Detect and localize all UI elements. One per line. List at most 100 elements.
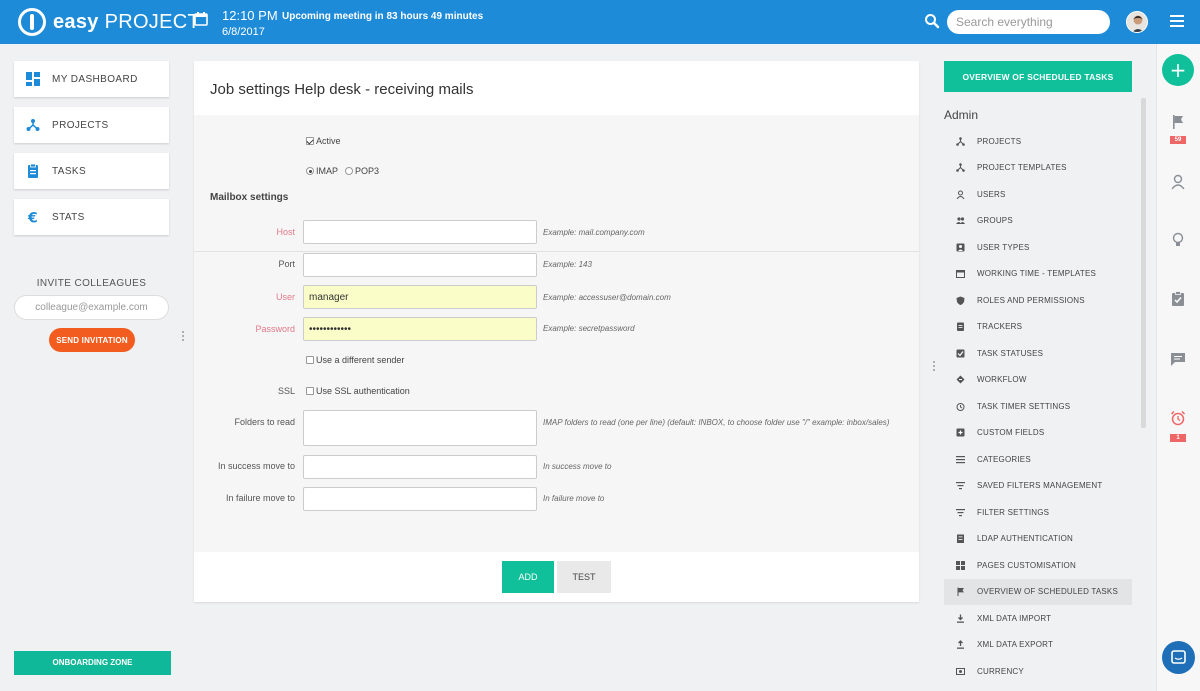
success-label: In success move to: [217, 461, 295, 471]
host-input[interactable]: [303, 220, 537, 244]
overview-scheduled-tasks-button[interactable]: OVERVIEW OF SCHEDULED TASKS: [944, 61, 1132, 92]
nav-my-dashboard[interactable]: MY DASHBOARD: [14, 61, 169, 97]
right-panel-resize-handle[interactable]: [933, 361, 936, 371]
invite-email-input[interactable]: [14, 295, 169, 320]
timer-icon: [956, 402, 965, 411]
flag-icon[interactable]: [1170, 114, 1186, 130]
admin-scrollbar[interactable]: [1141, 98, 1146, 428]
host-label: Host: [276, 227, 295, 237]
mailbox-settings-heading: Mailbox settings: [210, 192, 289, 203]
admin-item-xml-data-import[interactable]: XML DATA IMPORT: [944, 605, 1132, 632]
user-input[interactable]: [303, 285, 537, 309]
admin-item-label: CURRENCY: [977, 666, 1024, 676]
alarm-badge: 1: [1170, 434, 1186, 442]
task-status-icon: [956, 349, 965, 358]
failure-input[interactable]: [303, 487, 537, 511]
admin-item-label: ROLES AND PERMISSIONS: [977, 295, 1085, 305]
logo[interactable]: easy PROJECT: [18, 8, 200, 36]
admin-item-label: TASK STATUSES: [977, 348, 1044, 358]
logo-mark-icon: [18, 8, 46, 36]
port-input[interactable]: [303, 253, 537, 277]
admin-item-user-types[interactable]: USER TYPES: [944, 234, 1132, 261]
success-hint: In success move to: [543, 462, 612, 471]
admin-item-label: FILTER SETTINGS: [977, 507, 1050, 517]
menu-icon[interactable]: [1170, 15, 1184, 27]
euro-icon: €: [27, 211, 38, 225]
ldap-icon: [957, 534, 964, 544]
pop3-radio[interactable]: [345, 167, 353, 175]
projects-icon: [956, 136, 965, 146]
admin-item-pages-customisation[interactable]: PAGES CUSTOMISATION: [944, 552, 1132, 579]
admin-item-currency[interactable]: CURRENCY: [944, 658, 1132, 685]
folders-textarea[interactable]: [303, 410, 537, 446]
filter-icon: [956, 482, 965, 490]
chat-icon[interactable]: [1170, 351, 1186, 367]
admin-item-label: XML DATA EXPORT: [977, 640, 1054, 650]
nav-tasks[interactable]: TASKS: [14, 153, 169, 189]
shield-icon: [956, 296, 965, 305]
imap-radio[interactable]: [306, 167, 314, 175]
user-icon[interactable]: [1170, 174, 1186, 190]
admin-item-ldap-authentication[interactable]: LDAP AUTHENTICATION: [944, 526, 1132, 553]
admin-item-saved-filters-management[interactable]: SAVED FILTERS MANAGEMENT: [944, 473, 1132, 500]
admin-menu: PROJECTS PROJECT TEMPLATES USERS GROUPS USER…: [944, 128, 1132, 685]
add-button[interactable]: ADD: [502, 561, 554, 593]
admin-item-custom-fields[interactable]: CUSTOM FIELDS: [944, 420, 1132, 447]
admin-item-task-statuses[interactable]: TASK STATUSES: [944, 340, 1132, 367]
admin-item-users[interactable]: USERS: [944, 181, 1132, 208]
add-new-button[interactable]: +: [1162, 54, 1194, 86]
pop3-label: POP3: [355, 166, 380, 176]
admin-item-label: LDAP AUTHENTICATION: [977, 534, 1073, 544]
test-button[interactable]: TEST: [557, 561, 611, 593]
logo-text-bold: easy: [53, 10, 99, 33]
nav-stats[interactable]: € STATS: [14, 199, 169, 235]
ssl-checkbox[interactable]: [306, 387, 314, 395]
different-sender-checkbox[interactable]: [306, 356, 314, 364]
admin-item-trackers[interactable]: TRACKERS: [944, 314, 1132, 341]
admin-item-categories[interactable]: CATEGORIES: [944, 446, 1132, 473]
custom-fields-icon: [956, 428, 965, 437]
current-date: 6/8/2017: [222, 26, 265, 38]
left-panel-resize-handle[interactable]: [182, 331, 185, 341]
trackers-icon: [957, 322, 964, 332]
flag-icon: [957, 587, 964, 597]
admin-item-overview-of-scheduled-tasks[interactable]: OVERVIEW OF SCHEDULED TASKS: [944, 578, 1132, 605]
admin-item-project-templates[interactable]: PROJECT TEMPLATES: [944, 155, 1132, 182]
admin-item-task-timer-settings[interactable]: TASK TIMER SETTINGS: [944, 393, 1132, 420]
ssl-label: SSL: [277, 386, 295, 396]
admin-item-xml-data-export[interactable]: XML DATA EXPORT: [944, 632, 1132, 659]
nav-projects[interactable]: PROJECTS: [14, 107, 169, 143]
admin-item-label: OVERVIEW OF SCHEDULED TASKS: [977, 587, 1118, 597]
password-hint: Example: secretpassword: [543, 324, 635, 333]
admin-item-workflow[interactable]: WORKFLOW: [944, 367, 1132, 394]
avatar[interactable]: [1126, 11, 1148, 33]
admin-item-label: TASK TIMER SETTINGS: [977, 401, 1071, 411]
password-input[interactable]: [303, 317, 537, 341]
user-types-icon: [956, 243, 965, 252]
search-input[interactable]: [947, 10, 1110, 34]
alarm-clock-icon[interactable]: [1170, 410, 1186, 426]
calendar-icon[interactable]: [194, 12, 208, 26]
admin-item-filter-settings[interactable]: FILTER SETTINGS: [944, 499, 1132, 526]
admin-item-label: CATEGORIES: [977, 454, 1031, 464]
lightbulb-icon[interactable]: [1170, 232, 1186, 248]
host-hint: Example: mail.company.com: [543, 228, 645, 237]
currency-icon: [956, 667, 965, 675]
admin-item-groups[interactable]: GROUPS: [944, 208, 1132, 235]
admin-heading: Admin: [944, 108, 979, 122]
send-invitation-button[interactable]: SEND INVITATION: [49, 328, 135, 352]
job-settings-panel: Job settings Help desk - receiving mails…: [194, 61, 919, 602]
support-chat-button[interactable]: [1162, 641, 1195, 674]
admin-item-working-time-templates[interactable]: WORKING TIME - TEMPLATES: [944, 261, 1132, 288]
nav-label: MY DASHBOARD: [52, 73, 138, 85]
upcoming-meeting[interactable]: Upcoming meeting in 83 hours 49 minutes: [282, 11, 483, 22]
page-title: Job settings Help desk - receiving mails: [210, 81, 474, 98]
search-icon[interactable]: [924, 13, 940, 29]
folders-hint: IMAP folders to read (one per line) (def…: [543, 418, 890, 427]
success-input[interactable]: [303, 455, 537, 479]
onboarding-zone-button[interactable]: ONBOARDING ZONE: [14, 651, 171, 675]
admin-item-projects[interactable]: PROJECTS: [944, 128, 1132, 155]
checklist-icon[interactable]: [1170, 291, 1186, 307]
active-checkbox[interactable]: [306, 137, 314, 145]
admin-item-roles-and-permissions[interactable]: ROLES AND PERMISSIONS: [944, 287, 1132, 314]
